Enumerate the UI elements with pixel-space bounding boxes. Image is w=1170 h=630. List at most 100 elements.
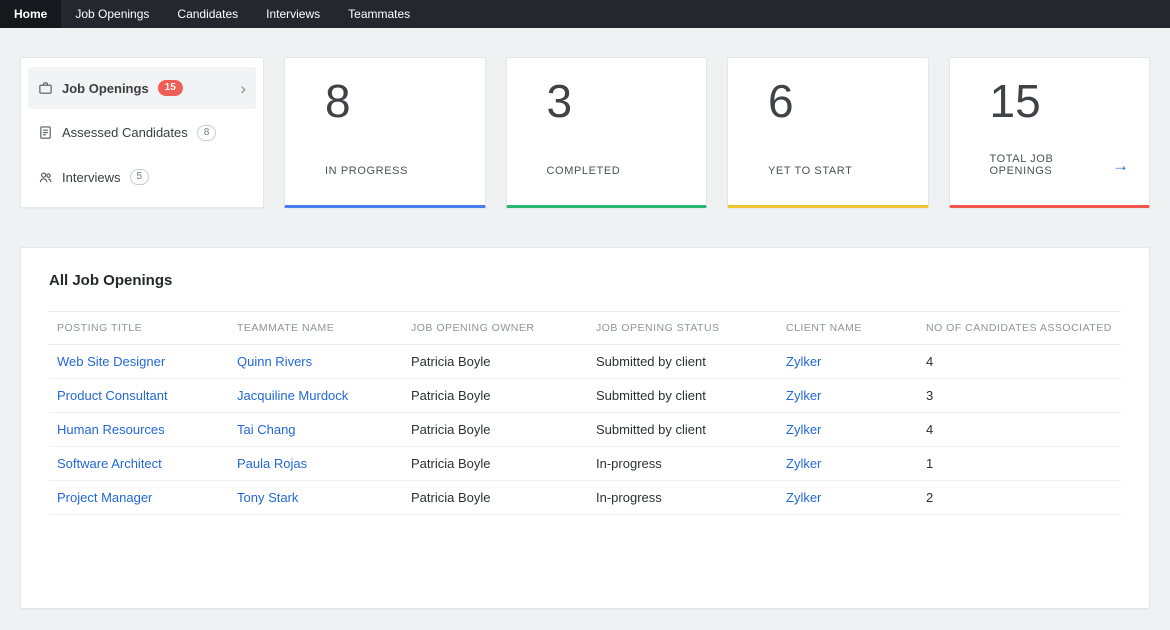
teammate-name-link[interactable]: Quinn Rivers <box>237 354 312 369</box>
cell-candidates: 4 <box>918 345 1121 379</box>
job-openings-table: POSTING TITLETEAMMATE NAMEJOB OPENING OW… <box>49 311 1121 515</box>
stat-value: 15 <box>990 78 1130 124</box>
cell-candidates: 4 <box>918 413 1121 447</box>
column-header-job-opening-status: JOB OPENING STATUS <box>588 312 778 345</box>
cell-teammate-name: Paula Rojas <box>229 447 403 481</box>
posting-title-link[interactable]: Human Resources <box>57 422 165 437</box>
client-link[interactable]: Zylker <box>786 354 821 369</box>
cell-status: In-progress <box>588 481 778 515</box>
nav-item-candidates[interactable]: Candidates <box>163 0 252 28</box>
client-link[interactable]: Zylker <box>786 490 821 505</box>
client-link[interactable]: Zylker <box>786 422 821 437</box>
teammate-name-link[interactable]: Tai Chang <box>237 422 296 437</box>
column-header-job-opening-owner: JOB OPENING OWNER <box>403 312 588 345</box>
table-row: Software Architect Paula Rojas Patricia Bo… <box>49 447 1121 481</box>
stat-label-row: COMPLETED <box>547 165 687 177</box>
nav-item-home[interactable]: Home <box>0 0 61 28</box>
cell-owner: Patricia Boyle <box>403 345 588 379</box>
summary-panel: Job Openings 15 › Assessed Candidates 8 Inter… <box>20 57 264 208</box>
stat-label-row: YET TO START <box>768 165 908 177</box>
cell-posting-title: Project Manager <box>49 481 229 515</box>
nav-item-interviews[interactable]: Interviews <box>252 0 334 28</box>
summary-item-assessed-candidates[interactable]: Assessed Candidates 8 <box>28 112 256 154</box>
stat-label: TOTAL JOB OPENINGS <box>990 153 1113 177</box>
cell-client: Zylker <box>778 379 918 413</box>
arrow-right-icon[interactable]: → <box>1112 157 1129 174</box>
cell-client: Zylker <box>778 413 918 447</box>
cell-status: In-progress <box>588 447 778 481</box>
table-body: Web Site Designer Quinn Rivers Patricia Bo… <box>49 345 1121 515</box>
job-openings-card: All Job Openings POSTING TITLETEAMMATE N… <box>20 247 1150 609</box>
count-badge: 5 <box>130 169 150 185</box>
table-row: Product Consultant Jacquiline Murdock Patr… <box>49 379 1121 413</box>
cell-owner: Patricia Boyle <box>403 413 588 447</box>
stat-label: IN PROGRESS <box>325 165 408 177</box>
column-header-no-of-candidates-associated: NO OF CANDIDATES ASSOCIATED <box>918 312 1121 345</box>
table-title: All Job Openings <box>49 272 1121 289</box>
stat-card-yet-to-start: 6 YET TO START <box>727 57 929 208</box>
cell-posting-title: Software Architect <box>49 447 229 481</box>
stat-label: COMPLETED <box>547 165 621 177</box>
table-row: Human Resources Tai Chang Patricia BoyleSu… <box>49 413 1121 447</box>
cell-status: Submitted by client <box>588 345 778 379</box>
top-nav: HomeJob OpeningsCandidatesInterviewsTeam… <box>0 0 1170 28</box>
cell-posting-title: Web Site Designer <box>49 345 229 379</box>
count-badge: 8 <box>197 125 217 141</box>
teammate-name-link[interactable]: Paula Rojas <box>237 456 307 471</box>
summary-item-job-openings[interactable]: Job Openings 15 › <box>28 67 256 109</box>
cell-posting-title: Product Consultant <box>49 379 229 413</box>
nav-item-teammates[interactable]: Teammates <box>334 0 424 28</box>
column-header-client-name: CLIENT NAME <box>778 312 918 345</box>
cell-teammate-name: Quinn Rivers <box>229 345 403 379</box>
column-header-posting-title: POSTING TITLE <box>49 312 229 345</box>
cell-client: Zylker <box>778 345 918 379</box>
stat-label-row: TOTAL JOB OPENINGS→ <box>990 153 1130 177</box>
cell-candidates: 2 <box>918 481 1121 515</box>
column-header-teammate-name: TEAMMATE NAME <box>229 312 403 345</box>
cell-candidates: 1 <box>918 447 1121 481</box>
cell-status: Submitted by client <box>588 413 778 447</box>
stat-card-total-job-openings: 15 TOTAL JOB OPENINGS→ <box>949 57 1151 208</box>
main-content: Job Openings15›Assessed Candidates8Inter… <box>0 57 1170 609</box>
posting-title-link[interactable]: Web Site Designer <box>57 354 165 369</box>
cell-teammate-name: Jacquiline Murdock <box>229 379 403 413</box>
cell-owner: Patricia Boyle <box>403 481 588 515</box>
cell-owner: Patricia Boyle <box>403 447 588 481</box>
count-badge: 15 <box>158 80 183 96</box>
cell-owner: Patricia Boyle <box>403 379 588 413</box>
table-row: Project Manager Tony Stark Patricia BoyleI… <box>49 481 1121 515</box>
assessed-candidates-icon <box>38 125 53 140</box>
client-link[interactable]: Zylker <box>786 456 821 471</box>
summary-item-label: Assessed Candidates <box>62 125 188 140</box>
stat-value: 3 <box>547 78 687 124</box>
briefcase-icon <box>38 81 53 96</box>
stat-label-row: IN PROGRESS <box>325 165 465 177</box>
table-row: Web Site Designer Quinn Rivers Patricia Bo… <box>49 345 1121 379</box>
posting-title-link[interactable]: Product Consultant <box>57 388 168 403</box>
table-header-row: POSTING TITLETEAMMATE NAMEJOB OPENING OW… <box>49 312 1121 345</box>
stat-cards: 8 IN PROGRESS 3 COMPLETED 6 YET TO START 15 TOT… <box>284 57 1150 208</box>
posting-title-link[interactable]: Project Manager <box>57 490 152 505</box>
teammate-name-link[interactable]: Tony Stark <box>237 490 298 505</box>
summary-item-label: Interviews <box>62 170 121 185</box>
summary-item-interviews[interactable]: Interviews 5 <box>28 156 256 198</box>
chevron-right-icon: › <box>240 80 246 97</box>
stat-value: 6 <box>768 78 908 124</box>
cell-client: Zylker <box>778 481 918 515</box>
dashboard-top-row: Job Openings 15 › Assessed Candidates 8 Inter… <box>20 57 1150 208</box>
summary-item-label: Job Openings <box>62 81 149 96</box>
cell-teammate-name: Tai Chang <box>229 413 403 447</box>
stat-card-completed: 3 COMPLETED <box>506 57 708 208</box>
cell-status: Submitted by client <box>588 379 778 413</box>
stat-value: 8 <box>325 78 465 124</box>
client-link[interactable]: Zylker <box>786 388 821 403</box>
cell-candidates: 3 <box>918 379 1121 413</box>
stat-label: YET TO START <box>768 165 852 177</box>
teammate-name-link[interactable]: Jacquiline Murdock <box>237 388 348 403</box>
cell-client: Zylker <box>778 447 918 481</box>
interviews-icon <box>38 170 53 185</box>
posting-title-link[interactable]: Software Architect <box>57 456 162 471</box>
cell-teammate-name: Tony Stark <box>229 481 403 515</box>
cell-posting-title: Human Resources <box>49 413 229 447</box>
nav-item-job-openings[interactable]: Job Openings <box>61 0 163 28</box>
